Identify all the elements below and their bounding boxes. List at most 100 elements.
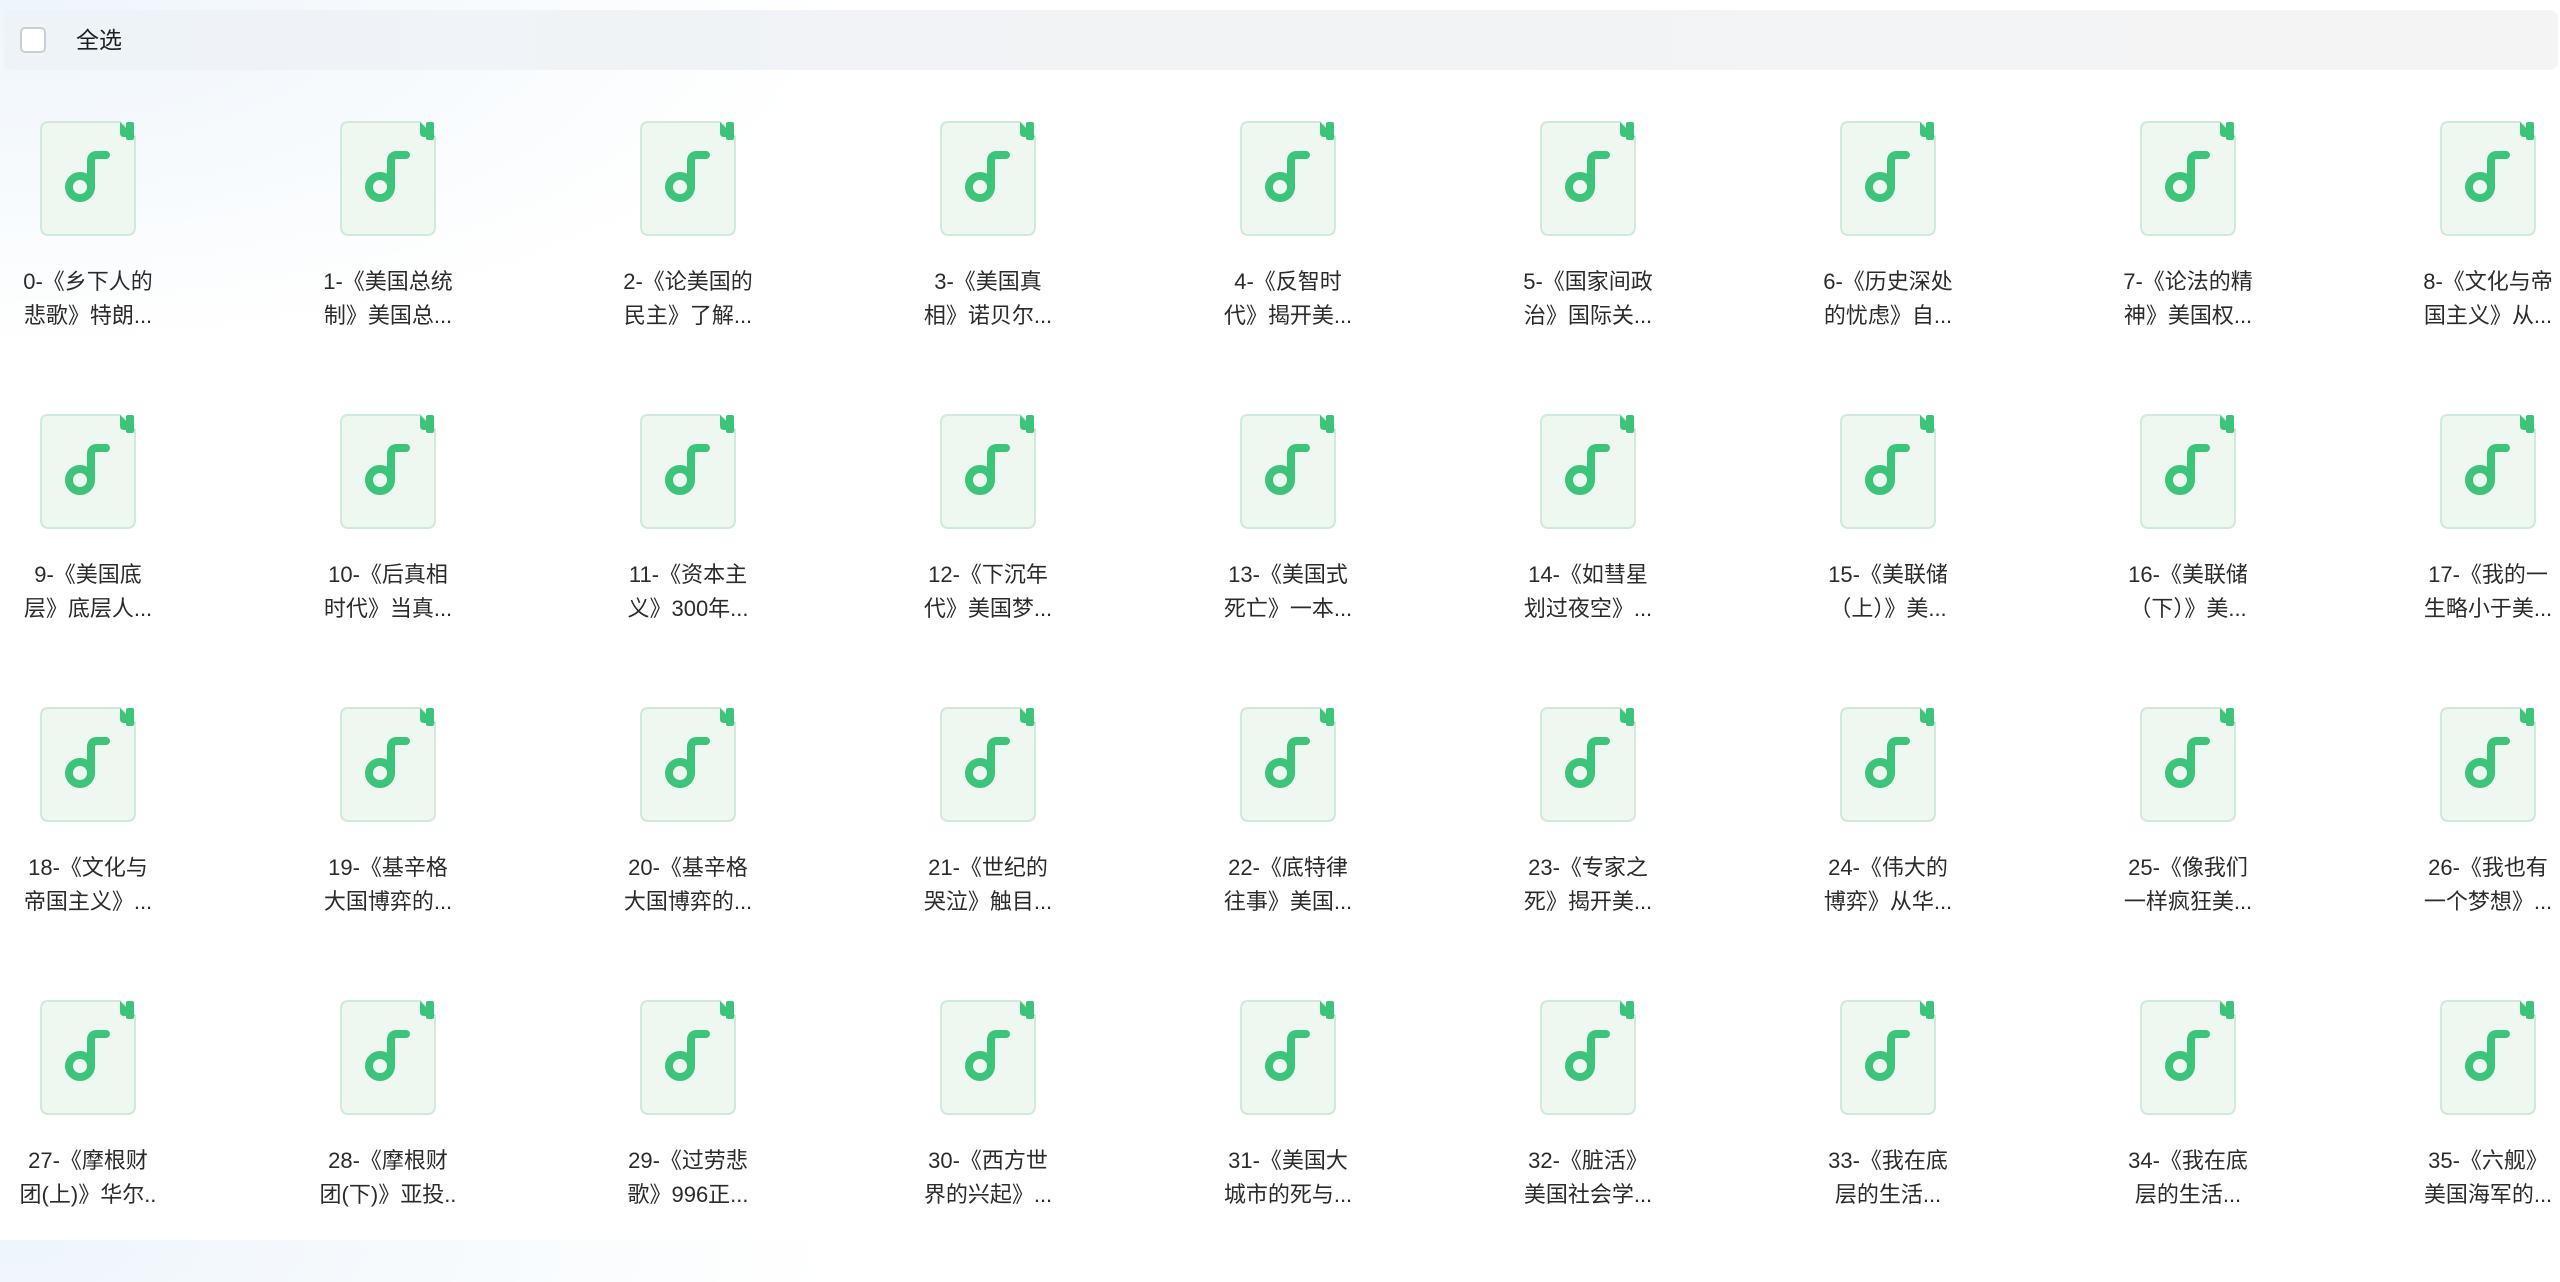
audio-file-icon[interactable] [1840,121,1936,236]
file-tile[interactable]: 15-《美联储 （上）》美... [1800,403,2100,696]
file-name[interactable]: 22-《底特律 往事》美国... [1200,851,1376,919]
audio-file-icon[interactable] [1540,1000,1636,1115]
audio-file-icon[interactable] [940,121,1036,236]
audio-file-icon[interactable] [1240,1000,1336,1115]
file-name[interactable]: 24-《伟大的 博弈》从华... [1800,851,1976,919]
file-name[interactable]: 13-《美国式 死亡》一本... [1200,558,1376,626]
audio-file-icon[interactable] [340,1000,436,1115]
file-tile[interactable]: 21-《世纪的 哭泣》触目... [900,696,1200,989]
file-name[interactable]: 3-《美国真 相》诺贝尔... [900,265,1076,333]
audio-file-icon[interactable] [1540,121,1636,236]
file-tile[interactable]: 2-《论美国的 民主》了解... [600,110,900,403]
audio-file-icon[interactable] [1540,414,1636,529]
file-tile[interactable]: 26-《我也有 一个梦想》... [2400,696,2560,989]
file-name[interactable]: 0-《乡下人的 悲歌》特朗... [0,265,176,333]
file-name[interactable]: 19-《基辛格 大国博弈的... [300,851,476,919]
audio-file-icon[interactable] [40,414,136,529]
file-name[interactable]: 8-《文化与帝 国主义》从... [2400,265,2560,333]
audio-file-icon[interactable] [340,414,436,529]
audio-file-icon[interactable] [640,707,736,822]
file-tile[interactable]: 4-《反智时 代》揭开美... [1200,110,1500,403]
file-name[interactable]: 10-《后真相 时代》当真... [300,558,476,626]
file-name[interactable]: 2-《论美国的 民主》了解... [600,265,776,333]
audio-file-icon[interactable] [1240,707,1336,822]
file-tile[interactable]: 16-《美联储 （下）》美... [2100,403,2400,696]
file-name[interactable]: 34-《我在底 层的生活... [2100,1144,2276,1212]
audio-file-icon[interactable] [2140,1000,2236,1115]
file-name[interactable]: 16-《美联储 （下）》美... [2100,558,2276,626]
file-name[interactable]: 9-《美国底 层》底层人... [0,558,176,626]
file-tile[interactable]: 8-《文化与帝 国主义》从... [2400,110,2560,403]
file-name[interactable]: 23-《专家之 死》揭开美... [1500,851,1676,919]
file-name[interactable]: 1-《美国总统 制》美国总... [300,265,476,333]
audio-file-icon[interactable] [40,1000,136,1115]
audio-file-icon[interactable] [340,707,436,822]
file-tile[interactable]: 31-《美国大 城市的死与... [1200,989,1500,1282]
audio-file-icon[interactable] [940,414,1036,529]
audio-file-icon[interactable] [940,1000,1036,1115]
file-name[interactable]: 5-《国家间政 治》国际关... [1500,265,1676,333]
file-tile[interactable]: 6-《历史深处 的忧虑》自... [1800,110,2100,403]
file-name[interactable]: 31-《美国大 城市的死与... [1200,1144,1376,1212]
file-tile[interactable]: 23-《专家之 死》揭开美... [1500,696,1800,989]
audio-file-icon[interactable] [40,121,136,236]
audio-file-icon[interactable] [1540,707,1636,822]
file-tile[interactable]: 13-《美国式 死亡》一本... [1200,403,1500,696]
file-tile[interactable]: 1-《美国总统 制》美国总... [300,110,600,403]
file-tile[interactable]: 29-《过劳悲 歌》996正... [600,989,900,1282]
audio-file-icon[interactable] [2140,121,2236,236]
file-tile[interactable]: 19-《基辛格 大国博弈的... [300,696,600,989]
file-tile[interactable]: 27-《摩根财 团(上)》华尔.. [0,989,300,1282]
audio-file-icon[interactable] [40,707,136,822]
audio-file-icon[interactable] [640,121,736,236]
file-name[interactable]: 11-《资本主 义》300年... [600,558,776,626]
file-tile[interactable]: 14-《如彗星 划过夜空》... [1500,403,1800,696]
file-tile[interactable]: 7-《论法的精 神》美国权... [2100,110,2400,403]
file-name[interactable]: 20-《基辛格 大国博弈的... [600,851,776,919]
audio-file-icon[interactable] [2440,1000,2536,1115]
file-tile[interactable]: 11-《资本主 义》300年... [600,403,900,696]
file-tile[interactable]: 24-《伟大的 博弈》从华... [1800,696,2100,989]
audio-file-icon[interactable] [2140,414,2236,529]
audio-file-icon[interactable] [1240,414,1336,529]
file-name[interactable]: 26-《我也有 一个梦想》... [2400,851,2560,919]
select-all-label[interactable]: 全选 [76,27,122,53]
file-tile[interactable]: 9-《美国底 层》底层人... [0,403,300,696]
audio-file-icon[interactable] [340,121,436,236]
file-name[interactable]: 6-《历史深处 的忧虑》自... [1800,265,1976,333]
file-tile[interactable]: 17-《我的一 生略小于美... [2400,403,2560,696]
audio-file-icon[interactable] [1240,121,1336,236]
file-name[interactable]: 28-《摩根财 团(下)》亚投.. [300,1144,476,1212]
file-name[interactable]: 29-《过劳悲 歌》996正... [600,1144,776,1212]
file-name[interactable]: 4-《反智时 代》揭开美... [1200,265,1376,333]
file-tile[interactable]: 30-《西方世 界的兴起》... [900,989,1200,1282]
file-name[interactable]: 15-《美联储 （上）》美... [1800,558,1976,626]
file-tile[interactable]: 10-《后真相 时代》当真... [300,403,600,696]
audio-file-icon[interactable] [1840,707,1936,822]
file-name[interactable]: 12-《下沉年 代》美国梦... [900,558,1076,626]
file-tile[interactable]: 33-《我在底 层的生活... [1800,989,2100,1282]
file-tile[interactable]: 20-《基辛格 大国博弈的... [600,696,900,989]
audio-file-icon[interactable] [2140,707,2236,822]
audio-file-icon[interactable] [2440,707,2536,822]
file-tile[interactable]: 0-《乡下人的 悲歌》特朗... [0,110,300,403]
file-name[interactable]: 33-《我在底 层的生活... [1800,1144,1976,1212]
file-name[interactable]: 17-《我的一 生略小于美... [2400,558,2560,626]
audio-file-icon[interactable] [1840,1000,1936,1115]
audio-file-icon[interactable] [940,707,1036,822]
file-tile[interactable]: 34-《我在底 层的生活... [2100,989,2400,1282]
audio-file-icon[interactable] [640,1000,736,1115]
file-name[interactable]: 18-《文化与 帝国主义》... [0,851,176,919]
file-tile[interactable]: 35-《六舰》 美国海军的... [2400,989,2560,1282]
audio-file-icon[interactable] [1840,414,1936,529]
file-tile[interactable]: 3-《美国真 相》诺贝尔... [900,110,1200,403]
file-name[interactable]: 32-《脏活》 美国社会学... [1500,1144,1676,1212]
file-tile[interactable]: 25-《像我们 一样疯狂美... [2100,696,2400,989]
file-name[interactable]: 7-《论法的精 神》美国权... [2100,265,2276,333]
file-name[interactable]: 27-《摩根财 团(上)》华尔.. [0,1144,176,1212]
file-name[interactable]: 30-《西方世 界的兴起》... [900,1144,1076,1212]
file-tile[interactable]: 18-《文化与 帝国主义》... [0,696,300,989]
select-all-checkbox[interactable] [20,27,46,53]
file-name[interactable]: 14-《如彗星 划过夜空》... [1500,558,1676,626]
file-tile[interactable]: 5-《国家间政 治》国际关... [1500,110,1800,403]
